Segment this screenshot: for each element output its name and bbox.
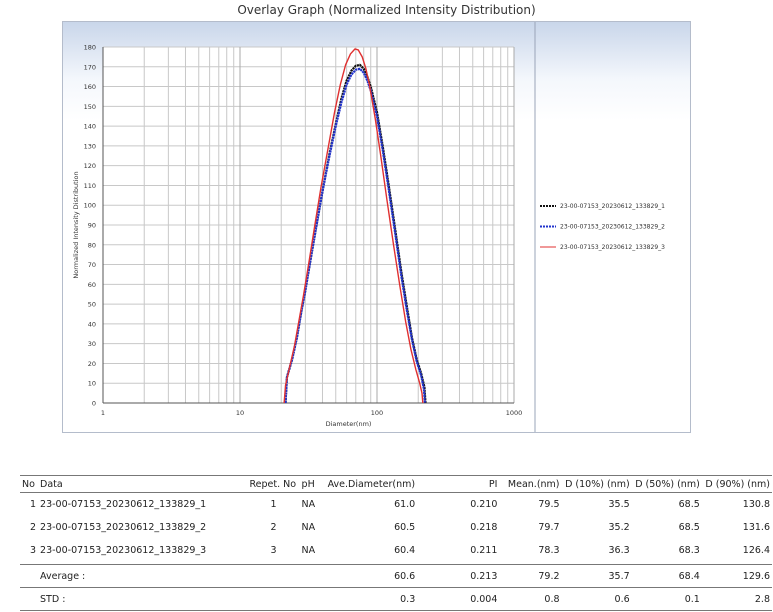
table-row: 1 23-00-07153_20230612_133829_1 1 NA 61.… [20, 493, 772, 517]
cell-d90: 126.4 [742, 545, 770, 556]
std-ave-diameter: 0.3 [325, 587, 418, 611]
average-mean: 79.2 [499, 564, 562, 588]
average-d10: 35.7 [561, 564, 632, 588]
average-d90: 129.6 [701, 564, 772, 588]
cell-d50: 68.3 [678, 545, 700, 556]
col-header-repet-no: Repet. No [247, 475, 300, 493]
overlay-chart: 0102030405060708090100110120130140150160… [72, 22, 665, 432]
average-ave-diameter: 60.6 [325, 564, 418, 588]
std-row: STD : 0.3 0.004 0.8 0.6 0.1 2.8 [20, 587, 772, 611]
y-tick-label: 90 [88, 222, 96, 230]
cell-repet-no [247, 587, 300, 611]
average-label: Average : [38, 564, 248, 588]
x-tick-label: 1 [101, 409, 105, 417]
cell-repet-no: 3 [270, 545, 277, 556]
average-pi: 0.213 [417, 564, 500, 588]
cell-repet-no [247, 564, 300, 588]
results-table: No Data Repet. No pH Ave.Diameter(nm) PI… [20, 475, 772, 611]
legend-label-1: 23-00-07153_20230612_133829_1 [560, 203, 665, 210]
y-tick-label: 80 [88, 241, 96, 249]
cell-d50: 68.5 [678, 522, 700, 533]
cell-d10: 35.5 [608, 499, 630, 510]
table-row: 2 23-00-07153_20230612_133829_2 2 NA 60.… [20, 516, 772, 539]
y-axis-label: Normalized Intensity Distribution [72, 171, 80, 278]
average-d50: 68.4 [631, 564, 702, 588]
y-tick-label: 160 [84, 83, 96, 91]
y-tick-label: 130 [84, 142, 96, 150]
std-d50: 0.1 [631, 587, 702, 611]
cell-no: 1 [29, 499, 37, 510]
col-header-d90: D (90%) (nm) [701, 475, 772, 493]
average-row: Average : 60.6 0.213 79.2 35.7 68.4 129.… [20, 564, 772, 588]
y-tick-label: 110 [84, 182, 96, 190]
cell-pi: 0.210 [470, 499, 498, 510]
std-d90: 2.8 [701, 587, 772, 611]
col-header-d10: D (10%) (nm) [561, 475, 632, 493]
cell-d90: 130.8 [742, 499, 770, 510]
col-header-ave-diameter: Ave.Diameter(nm) [325, 475, 418, 493]
cell-pi: 0.211 [470, 545, 498, 556]
cell-d10: 36.3 [608, 545, 630, 556]
cell-ph [299, 587, 326, 611]
y-tick-label: 100 [84, 202, 96, 210]
x-tick-label: 10 [236, 409, 244, 417]
col-header-no: No [20, 475, 39, 493]
cell-mean: 79.7 [538, 522, 560, 533]
cell-mean: 79.5 [538, 499, 560, 510]
chart-frame: 0 10 20 30 40 50 60 70 80 90 100 110 120 130 140 150 160… [62, 21, 691, 433]
y-tick-label: 150 [84, 103, 96, 111]
cell-ph [299, 564, 326, 588]
cell-ave-diameter: 60.5 [394, 522, 416, 533]
table-row: 3 23-00-07153_20230612_133829_3 3 NA 60.… [20, 539, 772, 562]
cell-mean: 78.3 [538, 545, 560, 556]
y-tick-label: 70 [88, 261, 96, 269]
y-tick-label: 20 [88, 360, 96, 368]
cell-ph: NA [301, 522, 316, 533]
col-header-d50: D (50%) (nm) [631, 475, 702, 493]
cell-repet-no: 2 [270, 522, 277, 533]
cell-d90: 131.6 [742, 522, 770, 533]
cell-d10: 35.2 [608, 522, 630, 533]
y-tick-label: 180 [84, 44, 96, 52]
cell-data: 23-00-07153_20230612_133829_2 [40, 522, 207, 533]
cell-no [20, 587, 39, 611]
col-header-pi: PI [417, 475, 500, 493]
y-tick-label: 120 [84, 162, 96, 170]
col-header-mean: Mean.(nm) [499, 475, 562, 493]
cell-ave-diameter: 61.0 [394, 499, 416, 510]
y-tick-label: 140 [84, 123, 96, 131]
legend-label-2: 23-00-07153_20230612_133829_2 [560, 224, 665, 231]
cell-data: 23-00-07153_20230612_133829_3 [40, 545, 207, 556]
y-tick-label: 0 [92, 400, 96, 408]
cell-data: 23-00-07153_20230612_133829_1 [40, 499, 207, 510]
std-d10: 0.6 [561, 587, 632, 611]
cell-ph: NA [301, 499, 316, 510]
cell-pi: 0.218 [470, 522, 498, 533]
cell-no [20, 564, 39, 588]
cell-d50: 68.5 [678, 499, 700, 510]
cell-no: 3 [29, 545, 37, 556]
x-tick-label: 1000 [506, 409, 523, 417]
x-tick-label: 100 [371, 409, 383, 417]
std-pi: 0.004 [417, 587, 500, 611]
cell-ave-diameter: 60.4 [394, 545, 416, 556]
cell-ph: NA [301, 545, 316, 556]
y-tick-label: 50 [88, 301, 96, 309]
y-tick-label: 10 [88, 380, 96, 388]
cell-repet-no: 1 [270, 499, 277, 510]
col-header-ph: pH [299, 475, 326, 493]
std-label: STD : [38, 587, 248, 611]
col-header-data: Data [38, 475, 248, 493]
table-header-row: No Data Repet. No pH Ave.Diameter(nm) PI… [20, 475, 772, 493]
y-tick-label: 170 [84, 63, 96, 71]
legend-label-3: 23-00-07153_20230612_133829_3 [560, 244, 665, 251]
y-tick-label: 40 [88, 320, 96, 328]
x-axis-label: Diameter(nm) [326, 420, 372, 428]
std-mean: 0.8 [499, 587, 562, 611]
cell-no: 2 [29, 522, 37, 533]
chart-title: Overlay Graph (Normalized Intensity Dist… [237, 3, 536, 17]
y-tick-label: 60 [88, 281, 96, 289]
y-tick-label: 30 [88, 340, 96, 348]
